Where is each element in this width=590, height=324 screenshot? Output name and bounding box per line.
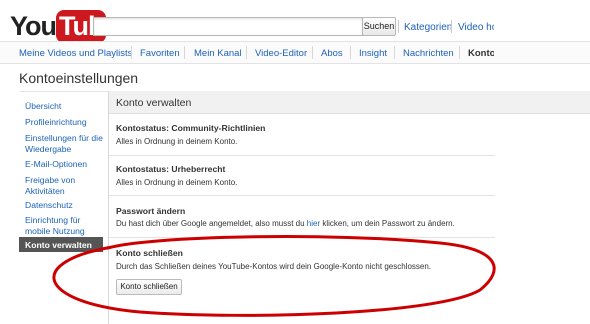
- highlight-oval: [52, 235, 496, 317]
